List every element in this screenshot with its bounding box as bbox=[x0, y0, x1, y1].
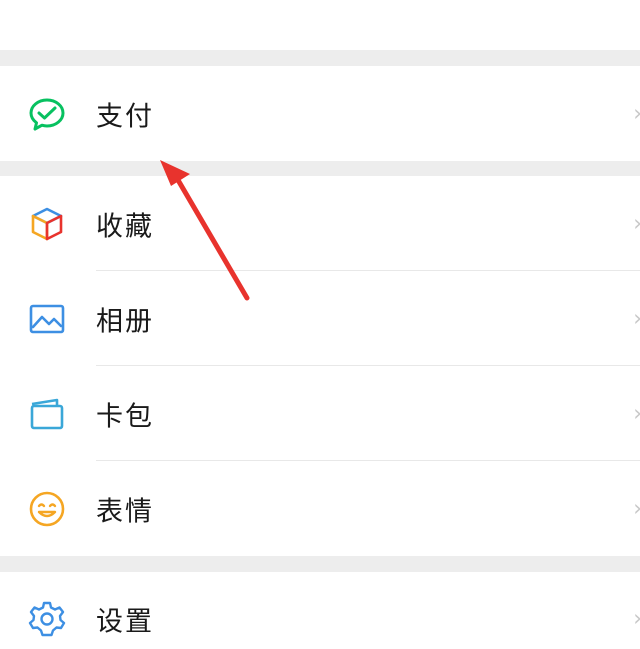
chevron-right-icon: › bbox=[633, 306, 640, 331]
menu-label-cards: 卡包 bbox=[96, 401, 154, 432]
menu-label-favorites: 收藏 bbox=[96, 211, 154, 242]
menu-item-stickers[interactable]: 表情 › bbox=[0, 461, 640, 556]
menu-item-pay[interactable]: 支付 › bbox=[0, 66, 640, 161]
chevron-right-icon: › bbox=[633, 101, 640, 126]
menu-label-settings: 设置 bbox=[96, 606, 154, 638]
group-settings: 设置 › bbox=[0, 572, 640, 649]
wechat-pay-icon bbox=[27, 94, 67, 134]
group-tools: 收藏 › 相册 › 卡包 › bbox=[0, 176, 640, 556]
smiley-icon bbox=[27, 489, 67, 529]
cube-icon bbox=[27, 204, 67, 244]
menu-label-pay: 支付 bbox=[96, 101, 154, 132]
menu-item-favorites[interactable]: 收藏 › bbox=[0, 176, 640, 271]
card-wallet-icon bbox=[27, 394, 67, 434]
chevron-right-icon: › bbox=[633, 607, 640, 632]
menu-item-album[interactable]: 相册 › bbox=[0, 271, 640, 366]
chevron-right-icon: › bbox=[633, 496, 640, 521]
group-pay: 支付 › bbox=[0, 66, 640, 161]
top-blank-panel bbox=[0, 0, 640, 50]
gear-icon bbox=[27, 599, 67, 639]
chevron-right-icon: › bbox=[633, 211, 640, 236]
menu-label-album: 相册 bbox=[96, 306, 154, 337]
menu-item-settings[interactable]: 设置 › bbox=[0, 572, 640, 649]
menu-label-stickers: 表情 bbox=[96, 496, 154, 527]
image-icon bbox=[27, 299, 67, 339]
chevron-right-icon: › bbox=[633, 401, 640, 426]
menu-item-cards[interactable]: 卡包 › bbox=[0, 366, 640, 461]
